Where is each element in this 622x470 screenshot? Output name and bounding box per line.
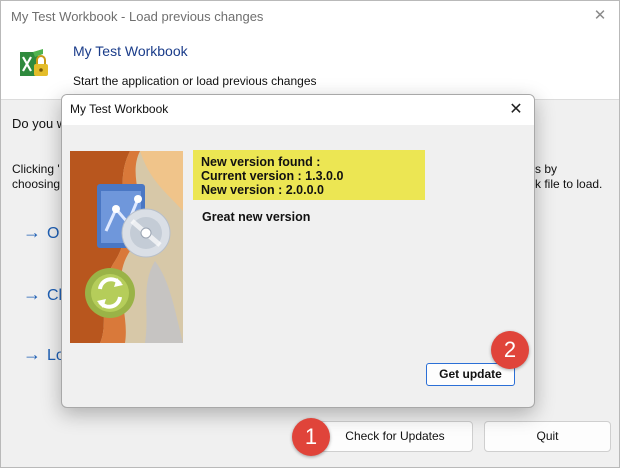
check-for-updates-button[interactable]: Check for Updates	[317, 421, 473, 452]
excel-lock-icon	[20, 49, 48, 76]
new-version-text: New version : 2.0.0.0	[201, 183, 324, 197]
version-found-text: New version found :	[201, 155, 321, 169]
update-dialog: My Test Workbook ✕ New version found : C…	[61, 94, 535, 408]
arrow-right-icon: →	[23, 344, 41, 364]
update-illustration	[70, 151, 183, 343]
option-link-continue[interactable]: → Cl	[23, 284, 62, 305]
release-message: Great new version	[202, 210, 311, 224]
instructions-line-2: choosing	[12, 177, 61, 191]
version-info-highlight: New version found : Current version : 1.…	[193, 150, 425, 200]
instructions-line-1: Clicking '	[12, 162, 60, 176]
step-badge-2: 2	[491, 331, 529, 369]
option-label: O	[47, 225, 60, 242]
window-title: My Test Workbook - Load previous changes	[11, 9, 264, 24]
option-link-open[interactable]: → O	[23, 222, 59, 243]
dialog-title-bar: My Test Workbook ✕	[62, 95, 534, 125]
dialog-title: My Test Workbook	[70, 102, 169, 116]
arrow-right-icon: →	[23, 222, 41, 242]
close-icon[interactable]: ✕	[589, 5, 611, 27]
instructions-right-1: s by	[535, 162, 558, 176]
title-bar: My Test Workbook - Load previous changes…	[1, 1, 619, 33]
quit-button[interactable]: Quit	[484, 421, 611, 452]
option-label: Cl	[47, 287, 63, 304]
step-badge-1: 1	[292, 418, 330, 456]
header-title: My Test Workbook	[73, 43, 188, 59]
current-version-text: Current version : 1.3.0.0	[201, 169, 344, 183]
arrow-right-icon: →	[23, 284, 41, 304]
option-link-load[interactable]: → Lo	[23, 344, 65, 365]
header-subtitle: Start the application or load previous c…	[73, 74, 317, 88]
header-panel: My Test Workbook Start the application o…	[1, 33, 619, 100]
question-text: Do you w	[12, 116, 67, 131]
dialog-close-icon[interactable]: ✕	[504, 98, 528, 122]
instructions-right-2: k file to load.	[535, 177, 603, 191]
